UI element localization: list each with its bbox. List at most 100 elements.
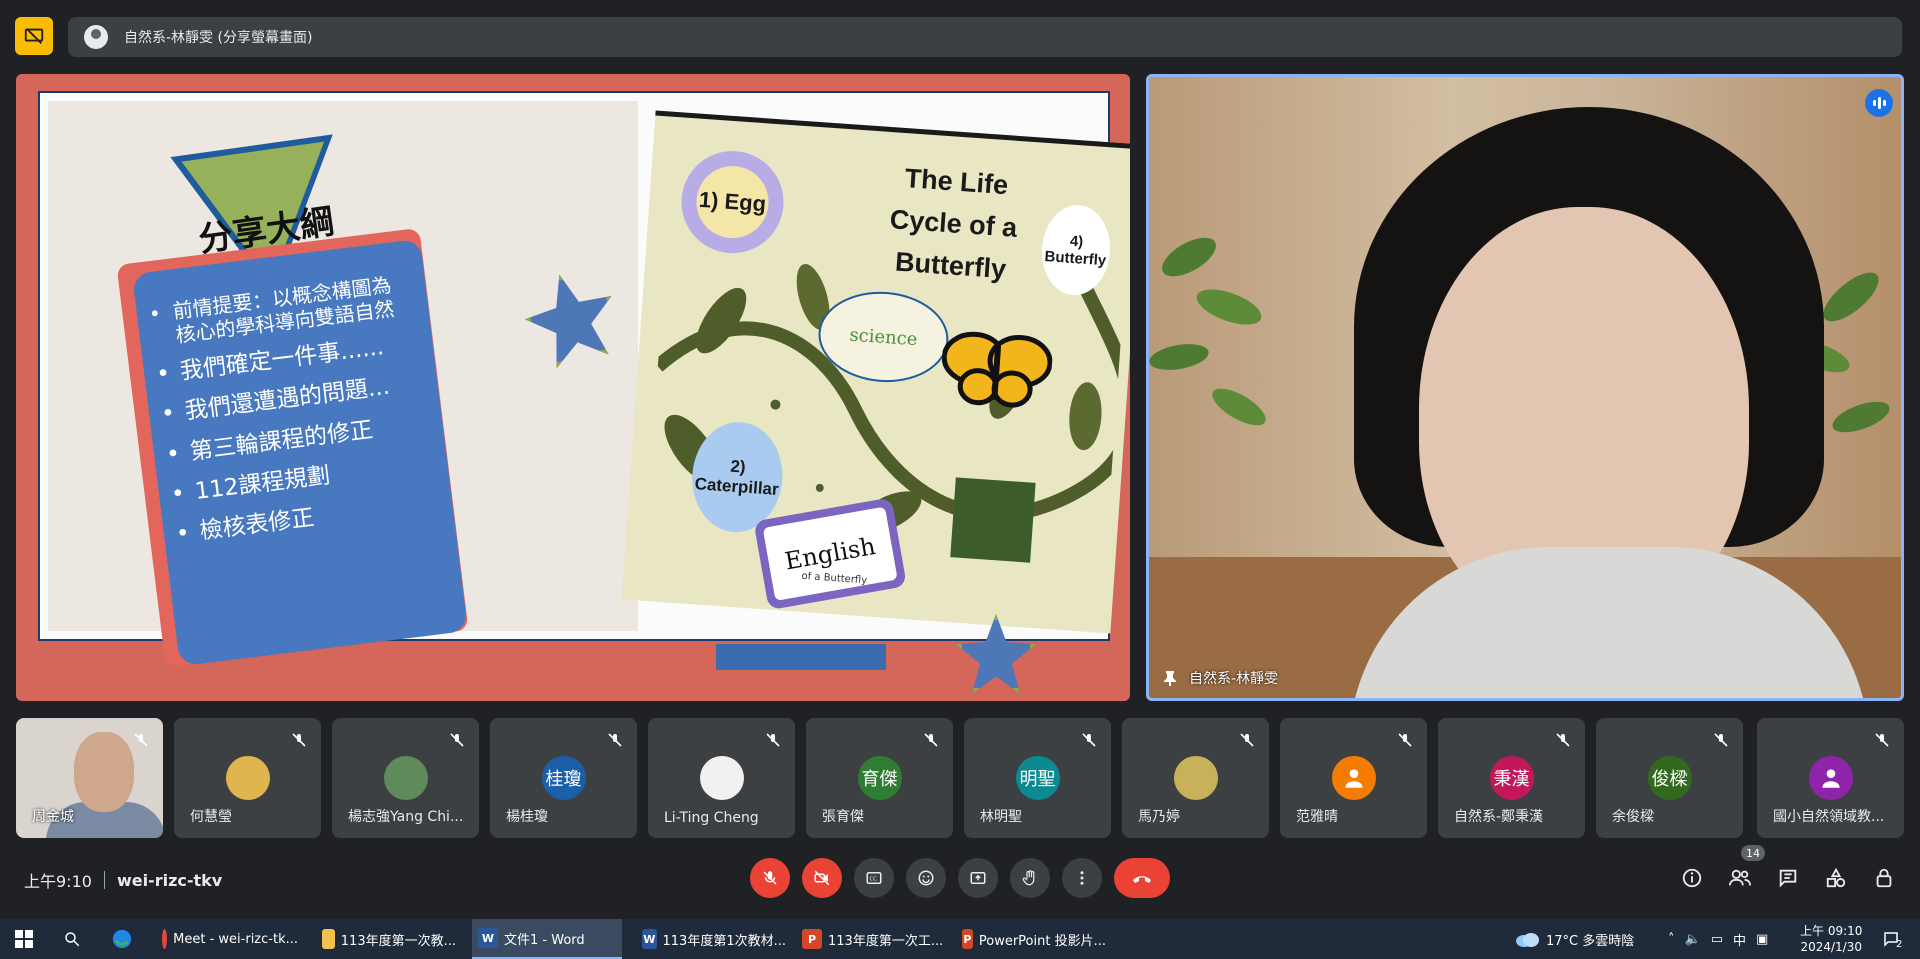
participant-tile[interactable]: 秉漢 自然系-鄭秉漢 [1438,718,1585,838]
raise-hand-button[interactable] [1010,858,1050,898]
chat-button[interactable] [1772,862,1804,894]
participant-name: 楊志強Yang Chi... [348,809,464,825]
presenter-label: 自然系-林靜雯 (分享螢幕畫面) [124,30,313,46]
top-bar: 自然系-林靜雯 (分享螢幕畫面) [0,0,1920,72]
clock-date: 2024/1/30 [1800,940,1862,954]
word-icon: W [478,928,498,948]
captions-button[interactable]: CC [854,858,894,898]
mic-off-icon [608,733,622,747]
participant-name: Li-Ting Cheng [664,810,759,826]
info-icon [1682,868,1702,888]
presenter-chip[interactable]: 自然系-林靜雯 (分享螢幕畫面) [68,17,1902,57]
participant-tile[interactable]: 桂瓊 楊桂瓊 [490,718,637,838]
windows-start-icon[interactable] [12,927,36,951]
meeting-details-button[interactable] [1676,862,1708,894]
participant-tile[interactable]: 俊樑 余俊樑 [1596,718,1743,838]
taskbar-app[interactable]: P PowerPoint 投影片... [956,919,1106,959]
host-controls-icon [1876,868,1892,888]
mic-off-icon [1714,733,1728,747]
search-icon[interactable] [60,927,84,951]
participant-name: 張育傑 [822,809,864,825]
notification-count: 2 [1896,938,1903,950]
mic-off-icon [450,733,464,747]
chat-icon [1779,869,1797,888]
participant-tile[interactable]: 楊志強Yang Chi... [332,718,479,838]
presentation-indicator-icon[interactable] [15,17,53,55]
mic-off-icon [763,871,777,885]
taskbar-app[interactable]: Meet - wei-rizc-tk... [156,919,298,959]
chrysalis-photo [950,477,1036,563]
taskbar-app-label: 113年度第一次工... [828,933,944,949]
more-options-icon [1080,871,1084,885]
taskbar-app-label: 文件1 - Word [504,932,585,948]
captions-icon: CC [866,872,882,884]
mic-off-icon [1240,733,1254,747]
participant-avatar [699,756,744,800]
participant-avatar [1331,756,1376,800]
system-clock[interactable]: 上午 09:10 2024/1/30 [1800,923,1862,955]
participant-name: 周金城 [32,809,74,825]
participant-name: 余俊樑 [1612,809,1654,825]
people-button[interactable] [1724,862,1756,894]
volume-icon[interactable]: 🔈 [1685,932,1701,947]
cloud-icon [1516,933,1539,947]
camera-toggle-button[interactable] [802,858,842,898]
keyboard-icon[interactable]: ▣ [1756,932,1768,947]
clock-time: 上午 09:10 [1800,924,1863,938]
present-button[interactable] [958,858,998,898]
participant-tile[interactable]: 范雅晴 [1280,718,1427,838]
svg-text:CC: CC [870,876,878,882]
stage-egg: 1) Egg [678,147,787,257]
present-icon [970,872,986,884]
mic-off-icon [766,733,780,747]
participant-avatar [1173,756,1218,800]
mic-off-icon [924,733,938,747]
divider [103,871,105,889]
ribbon-decoration [716,644,886,670]
participant-tile[interactable]: 馬乃婷 [1122,718,1269,838]
mic-off-icon [134,733,148,747]
mic-off-icon [1082,733,1096,747]
person-icon [1821,769,1840,788]
participant-tile[interactable]: 周金城 [16,718,163,838]
participant-avatar: 明聖 [1015,756,1060,800]
slide: 分享大綱 前情提要：以概念構圖為核心的學科導向雙語自然 我們確定一件事.....… [38,91,1130,668]
participant-avatar [225,756,270,800]
participant-tile[interactable]: 國小自然領域教... [1757,718,1904,838]
participant-avatar [383,756,428,800]
participant-avatar: 育傑 [857,756,902,800]
speaker-name-label: 自然系-林靜雯 [1163,668,1278,688]
taskbar-app[interactable]: P 113年度第一次工... [796,919,946,959]
host-controls-button[interactable] [1868,862,1900,894]
taskbar-app-label: 113年度第1次教材... [662,933,786,949]
emoji-icon [918,870,934,886]
edge-browser-icon[interactable] [110,927,134,951]
mic-off-icon [292,733,306,747]
taskbar-app[interactable]: W 113年度第1次教材... [636,919,786,959]
network-icon[interactable]: ▭ [1711,932,1723,947]
participant-tile[interactable]: 育傑 張育傑 [806,718,953,838]
speaker-tile[interactable]: 自然系-林靜雯 [1146,74,1904,701]
taskbar-app[interactable]: W 文件1 - Word [472,919,622,959]
chrome-icon [162,929,168,949]
participant-tile[interactable]: 明聖 林明聖 [964,718,1111,838]
mic-off-icon [1398,733,1412,747]
notification-center[interactable]: 2 [1882,919,1902,959]
mic-toggle-button[interactable] [750,858,790,898]
chevron-up-icon[interactable]: ˄ [1668,932,1675,947]
participant-tile[interactable]: 何慧瑩 [174,718,321,838]
end-call-icon [1133,876,1151,883]
emoji-button[interactable] [906,858,946,898]
end-call-button[interactable] [1114,858,1170,898]
taskbar-app-label: Meet - wei-rizc-tk... [173,931,298,947]
more-options-button[interactable] [1062,858,1102,898]
ime-indicator[interactable]: 中 [1733,930,1746,949]
participant-name: 楊桂瓊 [506,809,548,825]
participant-name: 何慧瑩 [190,809,232,825]
participant-tile[interactable]: Li-Ting Cheng [648,718,795,838]
pin-icon[interactable] [1163,670,1177,686]
activities-button[interactable] [1820,862,1852,894]
weather-widget[interactable]: 17°C 多雲時陰 [1514,919,1634,959]
weather-text: 17°C 多雲時陰 [1546,933,1635,949]
taskbar-app[interactable]: 113年度第一次教... [316,919,456,959]
